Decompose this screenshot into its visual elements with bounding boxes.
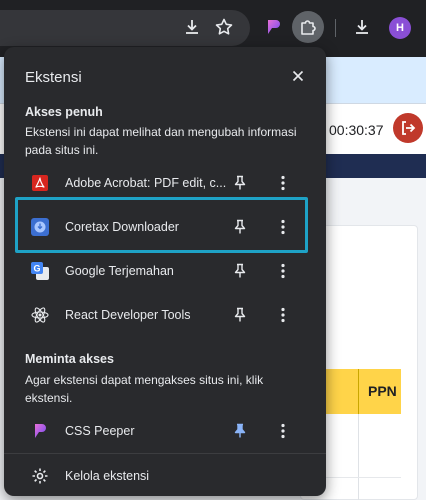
more-options-icon[interactable] [273,421,293,441]
pin-icon[interactable] [230,305,250,325]
section-title-request-access: Meminta akses [25,352,114,366]
session-timer: 00:30:37 [329,122,384,138]
bookmark-star-icon[interactable] [212,15,236,39]
extension-name: Google Terjemahan [65,264,174,278]
manage-extensions-label: Kelola ekstensi [65,469,150,483]
extensions-puzzle-icon[interactable] [292,11,324,43]
pin-icon[interactable] [230,173,250,193]
table-header-ppn: PPN [368,383,397,399]
download-icon[interactable] [352,17,372,37]
popup-divider [4,453,326,454]
extension-item-css-peeper[interactable]: CSS Peeper [4,411,326,451]
section-desc-request-access: Agar ekstensi dapat mengakses situs ini,… [25,373,264,405]
extensions-popup: Ekstensi Akses penuh Ekstensi ini dapat … [4,47,326,496]
extension-name: CSS Peeper [65,424,135,438]
table-column-divider [358,414,359,500]
extension-item-google-translate[interactable]: G Google Terjemahan [4,251,326,291]
adobe-acrobat-icon [31,174,49,192]
css-peeper-icon [31,422,49,440]
more-options-icon[interactable] [273,261,293,281]
logout-button[interactable] [393,113,423,143]
popup-title: Ekstensi [25,69,82,86]
table-column-divider [358,369,359,414]
more-options-icon[interactable] [273,173,293,193]
react-icon [31,306,49,324]
gear-icon [30,466,50,486]
manage-extensions-button[interactable]: Kelola ekstensi [4,458,326,494]
profile-avatar[interactable]: H [389,17,411,39]
extension-item-react-devtools[interactable]: React Developer Tools [4,295,326,335]
toolbar-divider [335,19,336,37]
highlight-box [15,197,308,253]
pinned-icon[interactable] [230,421,250,441]
section-desc-full-access: Ekstensi ini dapat melihat dan mengubah … [25,125,297,157]
section-title-full-access: Akses penuh [25,105,103,119]
extension-name: Adobe Acrobat: PDF edit, c... [65,176,227,190]
pin-icon[interactable] [230,261,250,281]
css-peeper-icon[interactable] [262,16,284,38]
google-translate-icon: G [31,262,49,280]
download-icon[interactable] [182,17,202,37]
extension-name: React Developer Tools [65,308,191,322]
more-options-icon[interactable] [273,305,293,325]
svg-text:G: G [33,264,40,274]
close-icon[interactable] [287,65,309,87]
